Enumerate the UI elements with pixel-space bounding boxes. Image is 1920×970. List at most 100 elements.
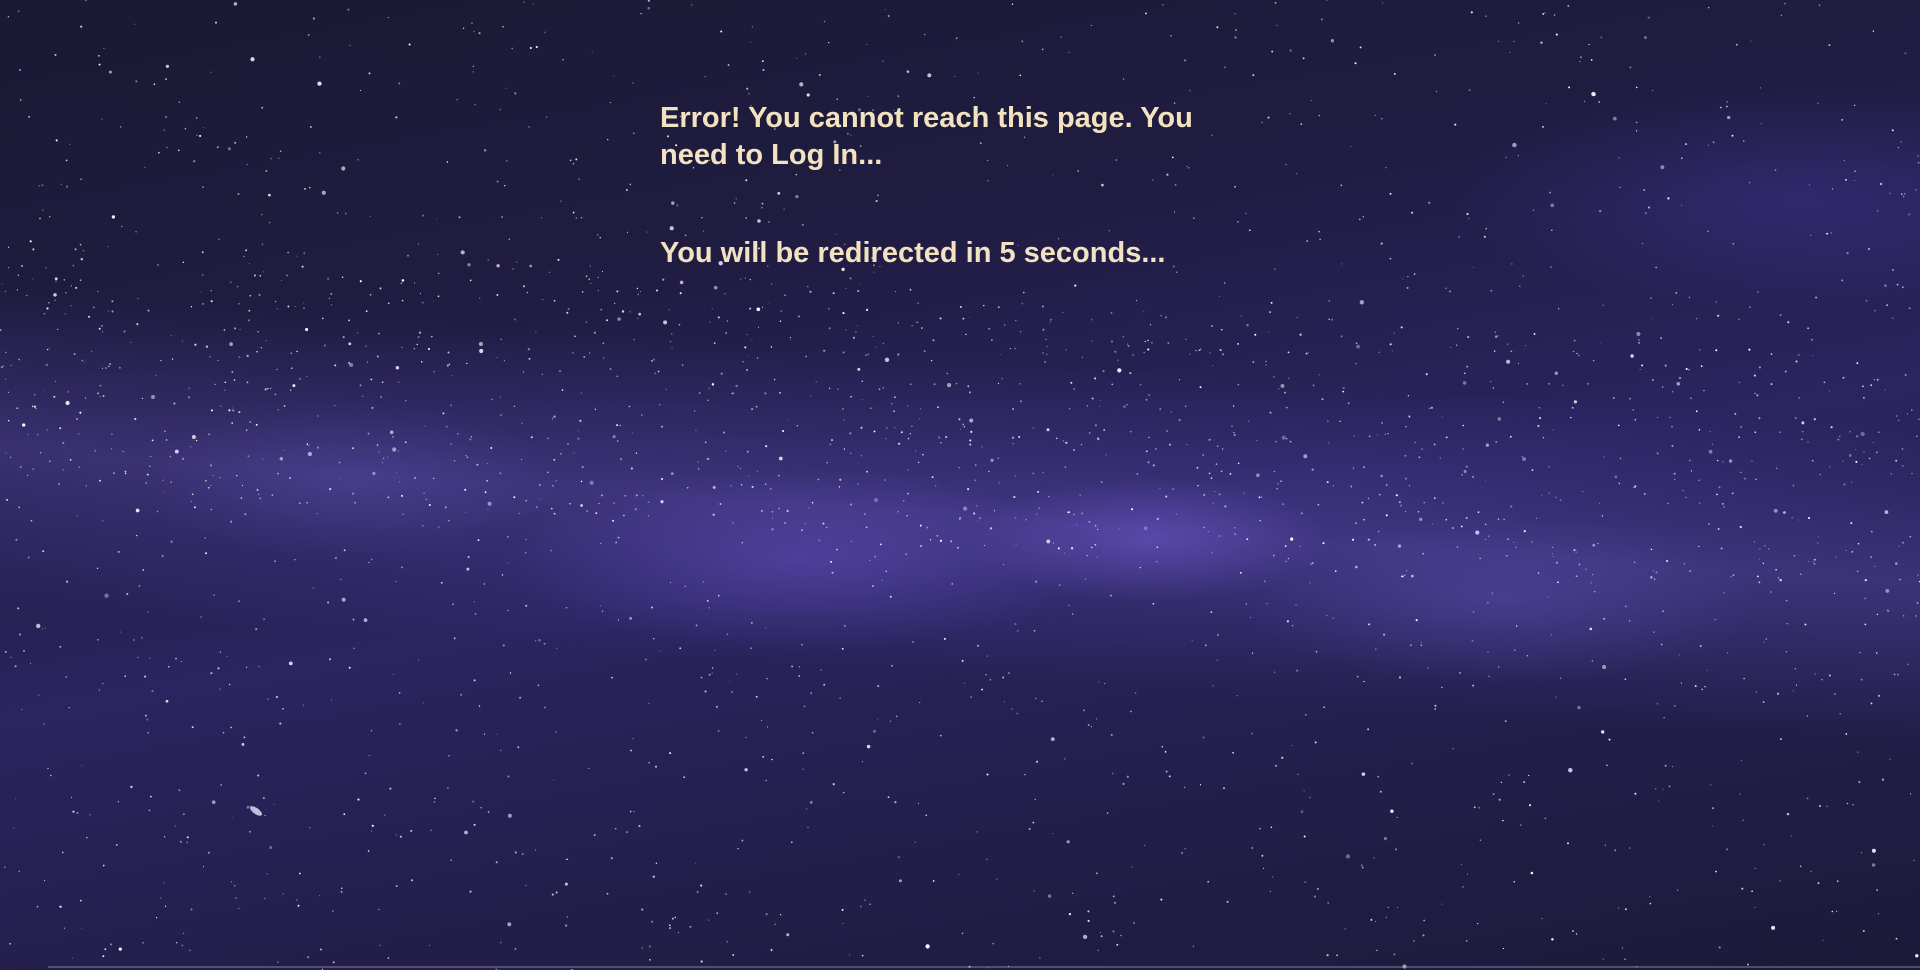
star [231, 422, 234, 425]
star [186, 836, 189, 839]
star [1512, 142, 1517, 148]
star [1475, 530, 1480, 535]
star [878, 388, 881, 390]
star [740, 278, 742, 280]
star [871, 585, 874, 588]
star [430, 829, 432, 831]
star [1394, 848, 1398, 851]
star [1402, 278, 1404, 280]
star [1318, 374, 1320, 376]
star [117, 550, 120, 553]
star [348, 666, 351, 669]
star [900, 431, 903, 434]
star [1734, 412, 1737, 415]
star [447, 787, 449, 789]
star [191, 726, 194, 729]
star [1574, 339, 1576, 342]
star [1856, 362, 1859, 365]
star [1542, 12, 1545, 15]
star [163, 129, 165, 131]
star [1773, 508, 1778, 513]
star [1218, 535, 1221, 537]
star [615, 541, 618, 544]
star [1073, 388, 1076, 391]
star [1048, 495, 1050, 498]
star [1667, 197, 1670, 200]
star [414, 476, 416, 479]
star [1184, 59, 1187, 62]
star [304, 187, 306, 190]
star [1276, 488, 1278, 490]
star [261, 213, 263, 216]
star [731, 691, 733, 693]
star [564, 882, 568, 886]
star [850, 452, 852, 455]
star [1131, 508, 1134, 511]
star [529, 46, 532, 50]
star [959, 428, 962, 430]
star [1649, 896, 1651, 898]
star [157, 263, 159, 266]
star [1178, 378, 1181, 381]
star [1309, 581, 1311, 584]
error-message: Error! You cannot reach this page. You n… [660, 102, 1193, 171]
star [521, 853, 524, 856]
star [98, 327, 101, 330]
star [1634, 485, 1637, 488]
star [958, 873, 960, 876]
star [1911, 472, 1913, 475]
star [1404, 511, 1406, 513]
star [820, 669, 822, 671]
star [1550, 634, 1553, 636]
star [1076, 524, 1078, 526]
star [724, 293, 726, 295]
star [239, 328, 241, 331]
star [178, 101, 181, 104]
star [668, 927, 672, 930]
star [1895, 937, 1898, 940]
star [1849, 430, 1851, 433]
star [535, 506, 538, 509]
star [1111, 383, 1113, 386]
star [1884, 389, 1886, 391]
star [1651, 318, 1653, 320]
star [629, 183, 632, 186]
star [800, 529, 804, 532]
star [669, 924, 671, 926]
star [968, 391, 971, 394]
star [1779, 431, 1781, 433]
star [1657, 416, 1659, 419]
star [245, 429, 248, 432]
star [1363, 466, 1365, 468]
star [175, 941, 178, 944]
star [1032, 821, 1035, 824]
star [447, 519, 450, 522]
star [1355, 363, 1357, 365]
star [67, 391, 70, 393]
star [550, 549, 552, 552]
star [1681, 204, 1683, 206]
star [421, 301, 424, 304]
star [0, 366, 3, 369]
star [798, 675, 801, 677]
star [122, 450, 124, 452]
star [57, 328, 59, 330]
star [1162, 4, 1164, 6]
star [42, 550, 45, 553]
star [804, 522, 806, 525]
star [1758, 366, 1761, 369]
star [1344, 928, 1347, 930]
star [4, 378, 7, 380]
star [848, 954, 851, 956]
star [249, 421, 252, 423]
star [1300, 512, 1303, 515]
star [556, 647, 558, 649]
galaxy [250, 806, 262, 816]
star [340, 578, 342, 581]
star [1892, 317, 1894, 319]
star [1046, 539, 1051, 544]
star [1865, 299, 1868, 302]
star [458, 216, 461, 219]
star [413, 348, 416, 350]
star [1391, 350, 1393, 352]
